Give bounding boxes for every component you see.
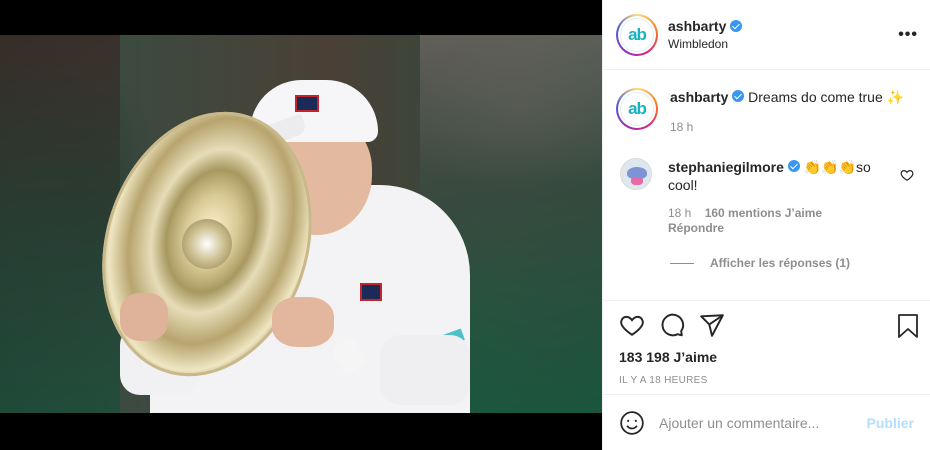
comments-section: ab ashbarty Dreams do come true ✨ 18 h s…: [603, 70, 930, 300]
caption-age[interactable]: 18 h: [670, 118, 904, 136]
header-username[interactable]: ashbarty: [668, 18, 726, 34]
comment-input[interactable]: [659, 414, 867, 431]
view-replies-button[interactable]: Afficher les réponses (1): [670, 256, 914, 270]
more-options-icon[interactable]: •••: [898, 26, 918, 44]
comment-likes[interactable]: 160 mentions J’aime: [705, 206, 822, 220]
post-actions: 183 198 J’aime IL Y A 18 HEURES: [603, 300, 930, 394]
avatar-inner: ab: [618, 15, 656, 54]
caption-text: Dreams do come true ✨: [748, 89, 905, 105]
post-side-panel: ab ashbarty Wimbledon ••• ab ashbarty Dr…: [602, 0, 930, 450]
instagram-post-view: ab ashbarty Wimbledon ••• ab ashbarty Dr…: [0, 0, 930, 450]
like-comment-heart-icon[interactable]: [900, 168, 914, 182]
header-text: ashbarty Wimbledon: [668, 18, 743, 51]
cap-logo: [295, 95, 319, 112]
comment-composer: Publier: [603, 394, 930, 450]
caption-body: ashbarty Dreams do come true ✨ 18 h: [670, 88, 904, 136]
share-send-icon[interactable]: [699, 312, 725, 338]
commenter-avatar-shape-2: [631, 177, 643, 185]
trophy-center-boss: [175, 212, 239, 276]
player-hand-left: [120, 293, 168, 341]
caption-verified-badge-icon: [732, 90, 745, 102]
verified-badge-icon: [730, 20, 743, 32]
commenter-verified-badge-icon: [787, 160, 800, 172]
comment-age[interactable]: 18 h: [668, 206, 691, 220]
commenter-username[interactable]: stephaniegilmore: [668, 159, 784, 175]
view-replies-line: [670, 262, 694, 264]
like-heart-icon[interactable]: [619, 312, 645, 338]
avatar-logo: ab: [620, 17, 654, 52]
publish-button[interactable]: Publier: [867, 415, 914, 431]
view-replies-label: Afficher les réponses (1): [710, 256, 851, 270]
post-photo[interactable]: [0, 35, 602, 413]
jacket-logo: [360, 283, 382, 301]
header-username-row: ashbarty: [668, 18, 743, 34]
comment-meta: 18 h 160 mentions J’aime Répondre: [668, 206, 878, 236]
caption-avatar-logo: ab: [620, 92, 654, 126]
action-icons: [619, 311, 914, 339]
likes-count[interactable]: 183 198 J’aime: [619, 349, 914, 365]
post-timestamp[interactable]: IL Y A 18 HEURES: [619, 375, 914, 386]
reply-button[interactable]: Répondre: [668, 221, 878, 236]
post-media[interactable]: [0, 0, 602, 450]
save-bookmark-icon[interactable]: [896, 313, 920, 339]
commenter-avatar[interactable]: [620, 158, 652, 190]
caption-row: ab ashbarty Dreams do come true ✨ 18 h: [616, 88, 914, 136]
post-header: ab ashbarty Wimbledon •••: [603, 0, 930, 70]
emoji-smiley-icon[interactable]: [619, 410, 645, 436]
player-hand-right: [272, 297, 334, 347]
post-location[interactable]: Wimbledon: [668, 37, 742, 51]
caption-avatar[interactable]: ab: [616, 88, 658, 130]
avatar[interactable]: ab: [616, 13, 658, 56]
caption-avatar-inner: ab: [618, 90, 656, 128]
player-arm-right: [380, 335, 470, 405]
comment-body: stephaniegilmore 👏👏👏so cool! 18 h 160 me…: [668, 158, 878, 236]
background-crowd-left: [0, 35, 120, 413]
comment-row: stephaniegilmore 👏👏👏so cool! 18 h 160 me…: [616, 158, 914, 236]
comment-bubble-icon[interactable]: [659, 312, 685, 338]
caption-username[interactable]: ashbarty: [670, 89, 728, 105]
